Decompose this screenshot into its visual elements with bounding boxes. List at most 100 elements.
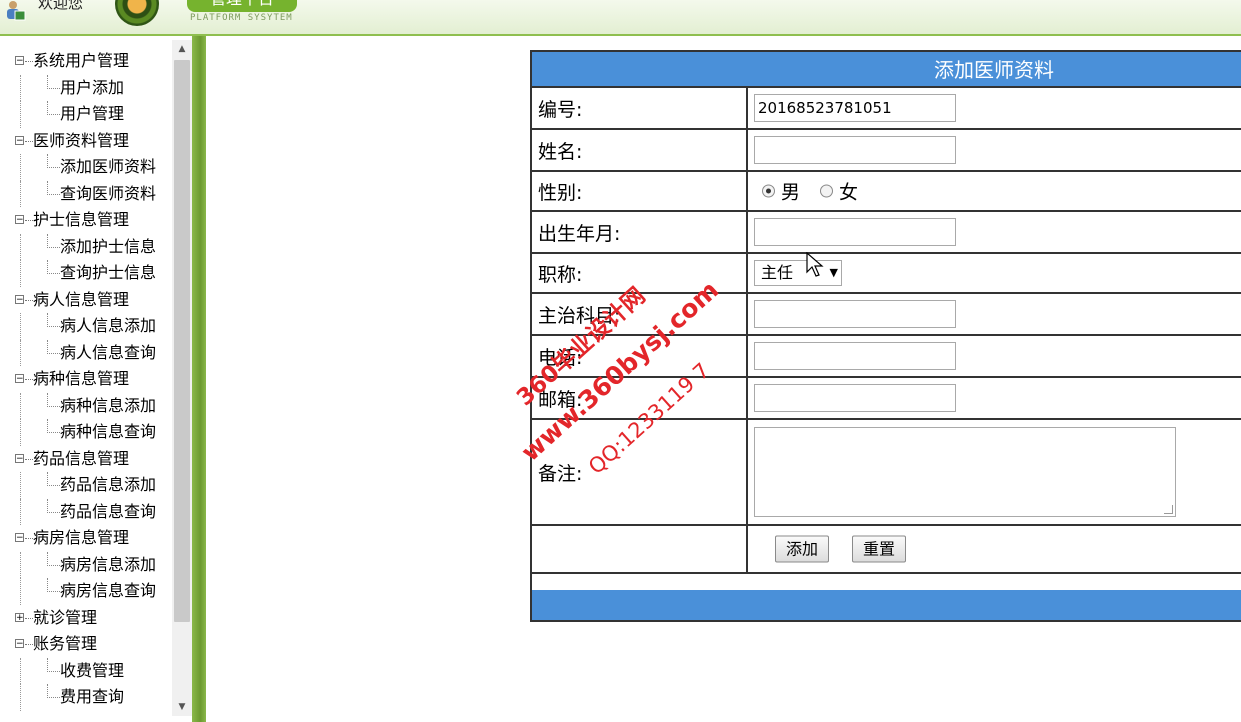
row-gender: 性别: 男 女 <box>532 172 1241 212</box>
sidebar-item[interactable]: 病人信息查询 <box>0 339 172 366</box>
tree-connector <box>20 260 21 287</box>
gender-radio-female[interactable] <box>820 184 834 198</box>
id-input[interactable] <box>754 94 956 122</box>
row-title: 职称: 主任 ▼ <box>532 254 1241 294</box>
birth-input[interactable] <box>754 218 956 246</box>
sidebar-group[interactable]: + 就诊管理 <box>0 605 172 632</box>
sidebar-item-label: 收费管理 <box>60 660 125 680</box>
sidebar-item[interactable]: 病种信息查询 <box>0 419 172 446</box>
sidebar-group-label: 账务管理 <box>33 634 98 653</box>
title-select-value: 主任 <box>761 263 794 282</box>
reset-button[interactable]: 重置 <box>852 535 907 563</box>
tree-collapse-icon[interactable]: − <box>15 56 24 66</box>
sidebar-item-label: 药品信息查询 <box>60 501 157 521</box>
sidebar-item[interactable]: 病人信息添加 <box>0 313 172 340</box>
sidebar-item[interactable]: 添加护士信息 <box>0 233 172 260</box>
scroll-down-arrow-icon[interactable]: ▼ <box>172 698 192 716</box>
sidebar-group[interactable]: − 系统用户管理 <box>0 48 172 75</box>
tree-connector <box>47 339 60 354</box>
tree-connector <box>25 299 33 301</box>
tree-connector <box>25 379 33 380</box>
row-email: 邮箱: <box>532 378 1241 420</box>
sidebar-item[interactable]: 查询护士信息 <box>0 260 172 287</box>
row-department: 主治科目: <box>532 294 1241 336</box>
tree-collapse-icon[interactable]: − <box>15 453 24 463</box>
sidebar-item-label: 病房信息添加 <box>60 554 157 574</box>
tree-connector <box>47 657 60 672</box>
tree-connector <box>47 551 60 566</box>
sidebar-item-label: 病人信息查询 <box>60 342 157 362</box>
label-department: 主治科目: <box>532 294 748 334</box>
sidebar-group[interactable]: − 账务管理 <box>0 631 172 658</box>
sidebar-item-label: 添加医师资料 <box>60 157 157 176</box>
logo-emblem-icon <box>115 0 159 26</box>
logo-title: 管理平台 <box>187 0 297 12</box>
tree-connector <box>25 140 33 142</box>
tree-connector <box>47 313 60 327</box>
tree-collapse-icon[interactable]: − <box>15 294 24 304</box>
add-button[interactable]: 添加 <box>775 535 830 563</box>
row-birth: 出生年月: <box>532 212 1241 254</box>
gender-radio-male[interactable] <box>762 184 775 198</box>
tree-connector <box>25 538 33 539</box>
label-id: 编号: <box>532 88 748 128</box>
sidebar-item-label: 查询医师资料 <box>60 183 157 203</box>
sidebar-item[interactable]: 用户添加 <box>0 74 172 101</box>
sidebar-item-label: 病房信息查询 <box>60 581 157 600</box>
tree-collapse-icon[interactable]: − <box>15 639 24 649</box>
sidebar-item-label: 查询护士信息 <box>60 263 157 282</box>
tree-connector <box>20 498 21 525</box>
tree-expand-icon[interactable]: + <box>15 612 24 622</box>
sidebar-item[interactable]: 病房信息添加 <box>0 551 172 578</box>
title-select[interactable]: 主任 ▼ <box>754 260 842 286</box>
tree-collapse-icon[interactable]: − <box>15 215 24 225</box>
tree-connector <box>47 233 60 248</box>
sidebar-group-label: 病种信息管理 <box>33 369 130 388</box>
name-input[interactable] <box>754 136 956 164</box>
department-input[interactable] <box>754 300 956 328</box>
scroll-thumb[interactable] <box>174 60 190 622</box>
sidebar-item[interactable]: 费用查询 <box>0 684 172 711</box>
tree-connector <box>20 472 21 499</box>
sidebar-item-label: 用户添加 <box>60 77 125 97</box>
sidebar-group[interactable]: − 病房信息管理 <box>0 525 172 552</box>
tree-connector <box>47 180 60 195</box>
sidebar-group[interactable]: − 护士信息管理 <box>0 207 172 234</box>
sidebar-scrollbar[interactable]: ▲ ▼ <box>172 40 192 716</box>
notes-textarea[interactable] <box>754 427 1176 517</box>
label-email: 邮箱: <box>532 378 748 418</box>
sidebar-item[interactable]: 收费管理 <box>0 657 172 684</box>
tree-collapse-icon[interactable]: − <box>15 374 24 384</box>
sidebar-item[interactable]: 药品信息查询 <box>0 498 172 525</box>
tree-collapse-icon[interactable]: − <box>15 533 24 543</box>
sidebar-item[interactable]: 病房信息查询 <box>0 578 172 605</box>
tree-connector <box>47 498 60 513</box>
tree-collapse-icon[interactable]: − <box>15 135 24 145</box>
phone-input[interactable] <box>754 342 956 370</box>
gender-label-male: 男 <box>781 181 801 204</box>
sidebar-item[interactable]: 药品信息添加 <box>0 472 172 499</box>
sidebar-group-label: 病房信息管理 <box>33 528 130 547</box>
frame-divider[interactable] <box>192 36 206 722</box>
sidebar-item[interactable]: 查询医师资料 <box>0 180 172 207</box>
sidebar-group[interactable]: − 病种信息管理 <box>0 366 172 393</box>
tree-connector <box>47 101 60 115</box>
sidebar-group[interactable]: − 药品信息管理 <box>0 446 172 473</box>
resize-handle-icon[interactable] <box>1164 505 1173 514</box>
scroll-up-arrow-icon[interactable]: ▲ <box>172 40 192 58</box>
tree-connector <box>20 551 21 578</box>
sidebar-item[interactable]: 用户管理 <box>0 101 172 128</box>
logo-subtitle: PLATFORM SYSYTEM <box>190 13 293 23</box>
tree-connector <box>47 260 60 274</box>
label-phone: 电话: <box>532 336 748 376</box>
sidebar-item[interactable]: 病种信息添加 <box>0 392 172 419</box>
sidebar-item-label: 病人信息添加 <box>60 316 157 335</box>
form-footer-bar <box>532 590 1241 620</box>
email-input[interactable] <box>754 384 956 412</box>
sidebar-group[interactable]: − 医师资料管理 <box>0 128 172 155</box>
sidebar-item[interactable]: 添加医师资料 <box>0 154 172 181</box>
tree-connector <box>25 220 33 221</box>
tree-connector <box>20 180 21 207</box>
sidebar-group-label: 就诊管理 <box>33 607 98 627</box>
sidebar-group[interactable]: − 病人信息管理 <box>0 287 172 314</box>
